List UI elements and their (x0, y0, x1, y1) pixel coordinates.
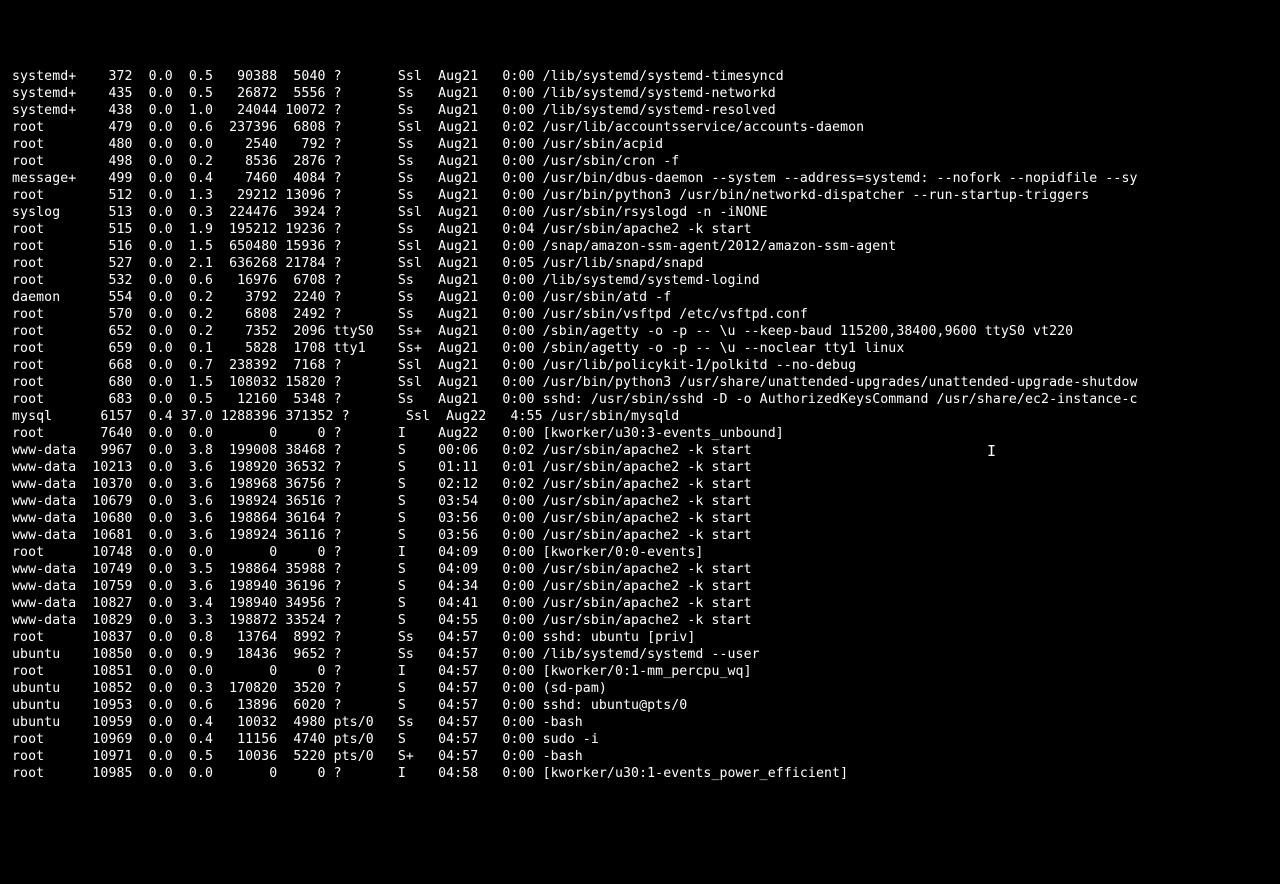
process-row: www-data 10679 0.0 3.6 198924 36516 ? S … (12, 493, 1280, 510)
process-row: root 683 0.0 0.5 12160 5348 ? Ss Aug21 0… (12, 391, 1280, 408)
process-row: www-data 10827 0.0 3.4 198940 34956 ? S … (12, 595, 1280, 612)
process-row: daemon 554 0.0 0.2 3792 2240 ? Ss Aug21 … (12, 289, 1280, 306)
process-row: systemd+ 438 0.0 1.0 24044 10072 ? Ss Au… (12, 102, 1280, 119)
process-row: root 680 0.0 1.5 108032 15820 ? Ssl Aug2… (12, 374, 1280, 391)
process-row: root 10748 0.0 0.0 0 0 ? I 04:09 0:00 [k… (12, 544, 1280, 561)
process-row: www-data 10749 0.0 3.5 198864 35988 ? S … (12, 561, 1280, 578)
process-row: root 527 0.0 2.1 636268 21784 ? Ssl Aug2… (12, 255, 1280, 272)
process-row: root 532 0.0 0.6 16976 6708 ? Ss Aug21 0… (12, 272, 1280, 289)
process-row: www-data 9967 0.0 3.8 199008 38468 ? S 0… (12, 442, 1280, 459)
process-row: root 10837 0.0 0.8 13764 8992 ? Ss 04:57… (12, 629, 1280, 646)
process-row: www-data 10681 0.0 3.6 198924 36116 ? S … (12, 527, 1280, 544)
process-row: root 659 0.0 0.1 5828 1708 tty1 Ss+ Aug2… (12, 340, 1280, 357)
process-row: root 480 0.0 0.0 2540 792 ? Ss Aug21 0:0… (12, 136, 1280, 153)
process-row: root 7640 0.0 0.0 0 0 ? I Aug22 0:00 [kw… (12, 425, 1280, 442)
process-row: root 668 0.0 0.7 238392 7168 ? Ssl Aug21… (12, 357, 1280, 374)
process-row: root 10969 0.0 0.4 11156 4740 pts/0 S 04… (12, 731, 1280, 748)
process-row: ubuntu 10953 0.0 0.6 13896 6020 ? S 04:5… (12, 697, 1280, 714)
process-row: ubuntu 10959 0.0 0.4 10032 4980 pts/0 Ss… (12, 714, 1280, 731)
process-row: www-data 10829 0.0 3.3 198872 33524 ? S … (12, 612, 1280, 629)
process-row: root 10851 0.0 0.0 0 0 ? I 04:57 0:00 [k… (12, 663, 1280, 680)
process-row: mysql 6157 0.4 37.0 1288396 371352 ? Ssl… (12, 408, 1280, 425)
process-row: syslog 513 0.0 0.3 224476 3924 ? Ssl Aug… (12, 204, 1280, 221)
process-row: www-data 10213 0.0 3.6 198920 36532 ? S … (12, 459, 1280, 476)
process-row: root 516 0.0 1.5 650480 15936 ? Ssl Aug2… (12, 238, 1280, 255)
process-row: www-data 10680 0.0 3.6 198864 36164 ? S … (12, 510, 1280, 527)
process-row: ubuntu 10852 0.0 0.3 170820 3520 ? S 04:… (12, 680, 1280, 697)
process-row: ubuntu 10850 0.0 0.9 18436 9652 ? Ss 04:… (12, 646, 1280, 663)
process-row: root 652 0.0 0.2 7352 2096 ttyS0 Ss+ Aug… (12, 323, 1280, 340)
process-row: root 515 0.0 1.9 195212 19236 ? Ss Aug21… (12, 221, 1280, 238)
process-row: systemd+ 372 0.0 0.5 90388 5040 ? Ssl Au… (12, 68, 1280, 85)
process-row: root 512 0.0 1.3 29212 13096 ? Ss Aug21 … (12, 187, 1280, 204)
process-row: www-data 10759 0.0 3.6 198940 36196 ? S … (12, 578, 1280, 595)
process-row: root 10985 0.0 0.0 0 0 ? I 04:58 0:00 [k… (12, 765, 1280, 782)
process-row: www-data 10370 0.0 3.6 198968 36756 ? S … (12, 476, 1280, 493)
process-row: root 10971 0.0 0.5 10036 5220 pts/0 S+ 0… (12, 748, 1280, 765)
process-row: message+ 499 0.0 0.4 7460 4084 ? Ss Aug2… (12, 170, 1280, 187)
process-row: root 570 0.0 0.2 6808 2492 ? Ss Aug21 0:… (12, 306, 1280, 323)
process-row: root 498 0.0 0.2 8536 2876 ? Ss Aug21 0:… (12, 153, 1280, 170)
process-row: systemd+ 435 0.0 0.5 26872 5556 ? Ss Aug… (12, 85, 1280, 102)
process-row: root 479 0.0 0.6 237396 6808 ? Ssl Aug21… (12, 119, 1280, 136)
terminal-output: systemd+ 372 0.0 0.5 90388 5040 ? Ssl Au… (12, 68, 1280, 782)
